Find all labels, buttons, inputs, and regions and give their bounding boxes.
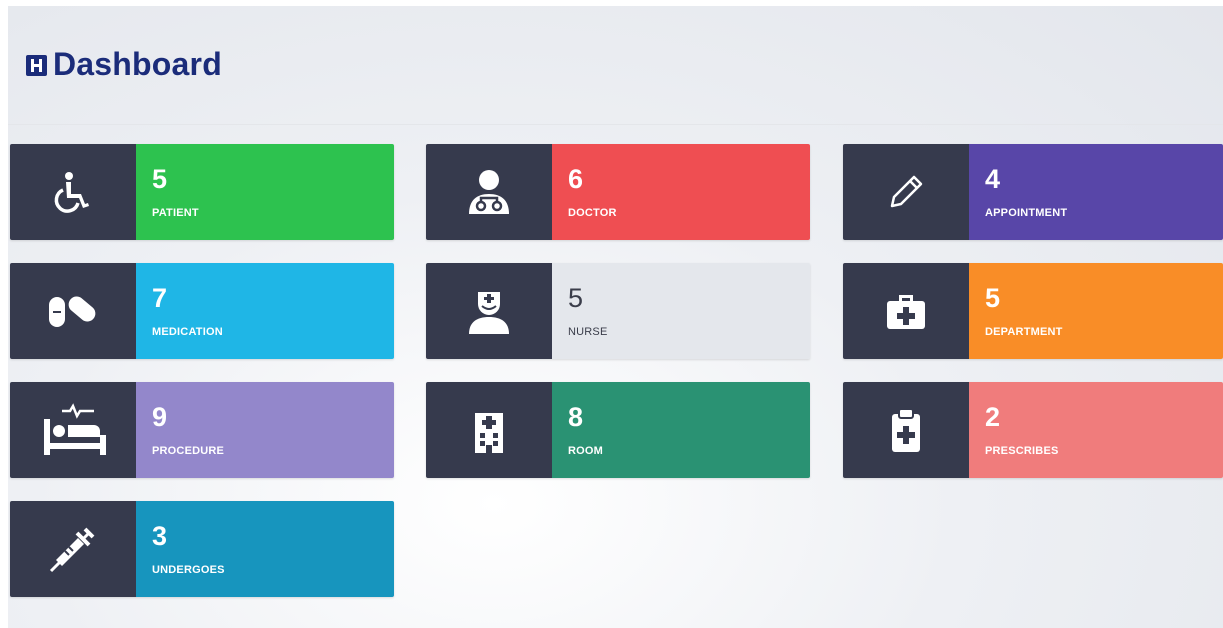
- card-body: 6 DOCTOR: [552, 144, 810, 240]
- card-count: 8: [568, 402, 584, 432]
- card-label: MEDICATION: [152, 326, 223, 338]
- card-body: 2 PRESCRIBES: [969, 382, 1223, 478]
- card-count: 5: [152, 164, 168, 194]
- card-department[interactable]: 5 DEPARTMENT: [843, 263, 1223, 359]
- card-count: 6: [568, 164, 584, 194]
- card-body: 5 NURSE: [552, 263, 810, 359]
- card-prescribes[interactable]: 2 PRESCRIBES: [843, 382, 1223, 478]
- card-procedure[interactable]: 9 PROCEDURE: [10, 382, 394, 478]
- hospital-h-icon: [26, 55, 47, 76]
- card-label: APPOINTMENT: [985, 207, 1068, 219]
- card-icon-box: [426, 144, 552, 240]
- wheelchair-icon: [54, 172, 89, 213]
- card-count: 2: [985, 402, 1001, 432]
- card-icon-box: [426, 382, 552, 478]
- card-label: PROCEDURE: [152, 445, 225, 457]
- card-label: DEPARTMENT: [985, 326, 1063, 338]
- card-body: 3 UNDERGOES: [136, 501, 394, 597]
- card-body: 7 MEDICATION: [136, 263, 394, 359]
- card-doctor[interactable]: 6 DOCTOR: [426, 144, 810, 240]
- card-count: 5: [985, 283, 1001, 313]
- card-count: 3: [152, 521, 168, 551]
- card-icon-box: [10, 382, 136, 478]
- page-title: Dashboard: [53, 46, 222, 82]
- card-label: NURSE: [568, 326, 608, 338]
- card-body: 9 PROCEDURE: [136, 382, 394, 478]
- card-icon-box: [843, 263, 969, 359]
- card-patient[interactable]: 5 PATIENT: [10, 144, 394, 240]
- card-count: 9: [152, 402, 168, 432]
- card-nurse[interactable]: 5 NURSE: [426, 263, 810, 359]
- doctor-icon: [469, 170, 509, 214]
- card-count: 5: [568, 283, 584, 313]
- hospital-bed-icon: [44, 403, 106, 455]
- card-icon-box: [10, 263, 136, 359]
- card-icon-box: [10, 501, 136, 597]
- card-body: 4 APPOINTMENT: [969, 144, 1223, 240]
- clipboard-plus-icon: [892, 408, 920, 452]
- card-label: DOCTOR: [568, 207, 617, 219]
- card-label: PRESCRIBES: [985, 445, 1059, 457]
- dashboard-header: Dashboard: [8, 6, 1223, 125]
- card-appointment[interactable]: 4 APPOINTMENT: [843, 144, 1223, 240]
- card-icon-box: [10, 144, 136, 240]
- hospital-building-icon: [475, 413, 503, 453]
- nurse-icon: [469, 292, 509, 334]
- card-label: ROOM: [568, 445, 604, 457]
- card-medication[interactable]: 7 MEDICATION: [10, 263, 394, 359]
- pills-icon: [49, 296, 96, 327]
- syringe-icon: [49, 527, 95, 573]
- medkit-icon: [887, 295, 925, 329]
- card-icon-box: [426, 263, 552, 359]
- card-room[interactable]: 8 ROOM: [426, 382, 810, 478]
- card-body: 5 DEPARTMENT: [969, 263, 1223, 359]
- card-icon-box: [843, 144, 969, 240]
- card-undergoes[interactable]: 3 UNDERGOES: [10, 501, 394, 597]
- card-body: 8 ROOM: [552, 382, 810, 478]
- card-body: 5 PATIENT: [136, 144, 394, 240]
- pencil-icon: [890, 175, 923, 208]
- card-icon-box: [843, 382, 969, 478]
- dashboard-panel: Dashboard 5 PATIENT 6 DOCTOR 4 APPOINTME…: [8, 6, 1223, 628]
- card-label: UNDERGOES: [152, 564, 225, 576]
- card-label: PATIENT: [152, 207, 199, 219]
- card-count: 4: [985, 164, 1001, 194]
- card-count: 7: [152, 283, 168, 313]
